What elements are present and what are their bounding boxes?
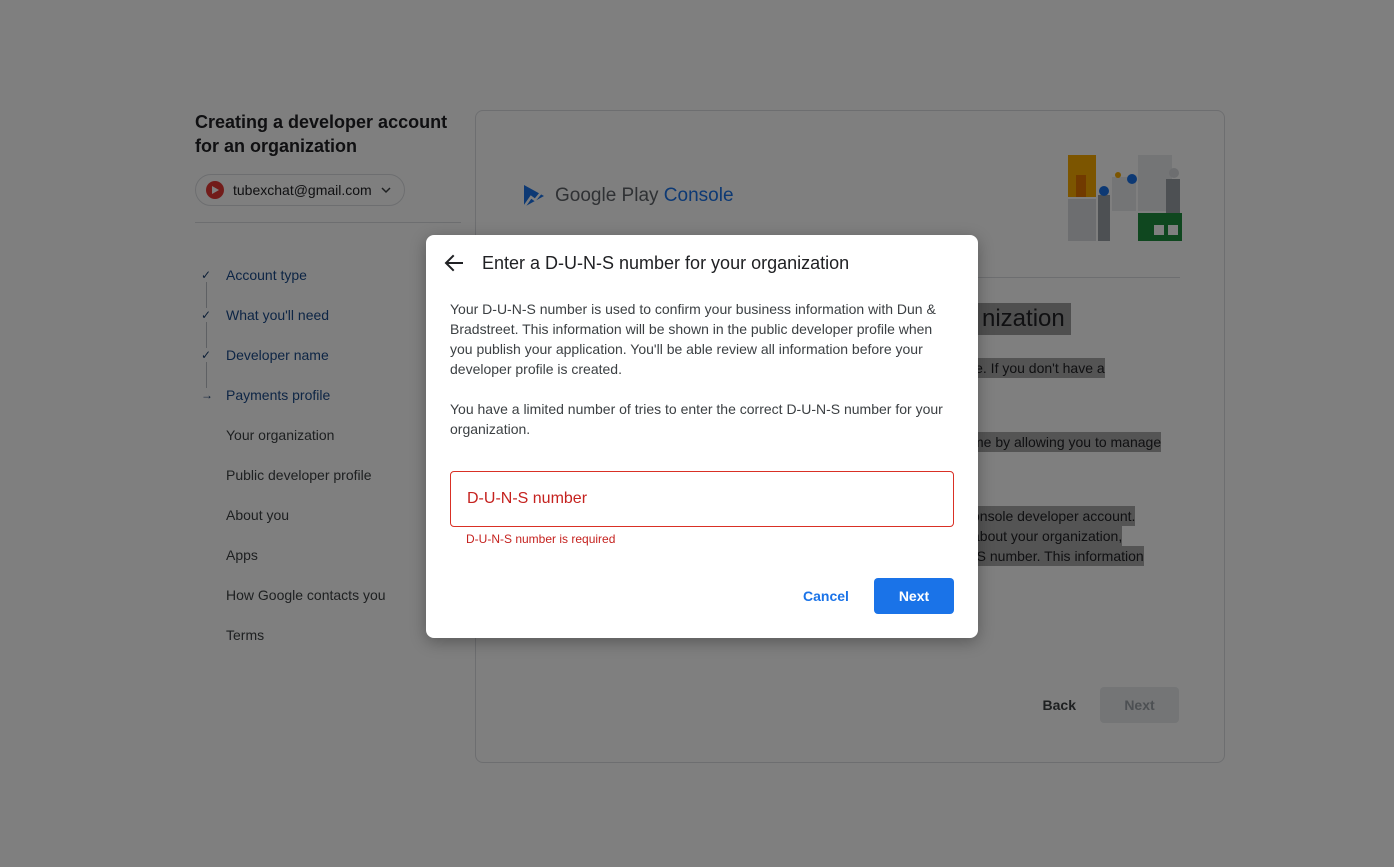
duns-dialog: Enter a D-U-N-S number for your organiza… xyxy=(426,235,978,638)
duns-number-field[interactable] xyxy=(450,471,954,527)
dialog-paragraph: You have a limited number of tries to en… xyxy=(450,401,943,437)
arrow-back-icon[interactable] xyxy=(443,252,465,274)
cancel-button[interactable]: Cancel xyxy=(790,578,862,614)
dialog-title: Enter a D-U-N-S number for your organiza… xyxy=(482,253,850,273)
next-button[interactable]: Next xyxy=(874,578,954,614)
duns-number-input[interactable] xyxy=(467,490,937,508)
dialog-body: Your D-U-N-S number is used to confirm y… xyxy=(450,299,958,439)
dialog-paragraph: Your D-U-N-S number is used to confirm y… xyxy=(450,301,936,377)
field-error-message: D-U-N-S number is required xyxy=(466,532,616,546)
